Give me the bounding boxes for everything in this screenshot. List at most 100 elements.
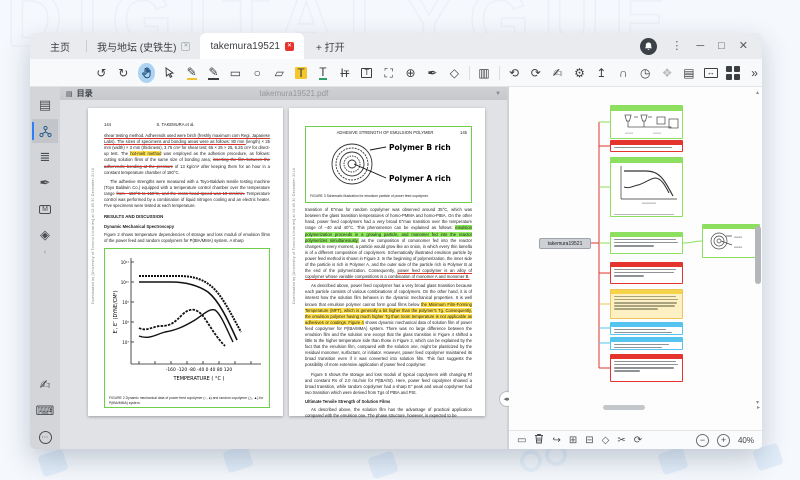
more-tools-icon[interactable]: ⋯ (32, 425, 58, 449)
scrollbar-thumb[interactable] (603, 405, 645, 410)
horizontal-scrollbar[interactable]: ▸ (509, 404, 752, 411)
tab-document-1[interactable]: 我与地坛 (史铁生) ✕ (87, 33, 200, 59)
export-share-icon[interactable]: ↥ (594, 64, 609, 81)
text-box-icon[interactable]: T (359, 64, 374, 81)
split-view-icon[interactable]: ▤ (682, 64, 697, 81)
paragraph: Figure 5 shows the storage and loss modu… (305, 372, 472, 396)
plugin-icon[interactable]: ❖ (660, 64, 675, 81)
mindmap-panel-icon[interactable] (32, 119, 58, 143)
markdown-note-icon[interactable]: M (32, 197, 58, 221)
timer-icon[interactable]: ◷ (638, 64, 653, 81)
paragraph: shear testing method. Adherends used wer… (104, 133, 270, 176)
text-underline-icon[interactable]: T (316, 64, 331, 81)
maximize-button[interactable]: □ (718, 41, 725, 52)
delete-node-icon[interactable] (534, 433, 544, 447)
tab-document-2-active[interactable]: takemura19521 ✕ (200, 33, 304, 59)
add-sibling-node-icon[interactable]: ⊟ (585, 435, 593, 446)
zoom-level: 40% (738, 436, 754, 445)
figure2-caption: FIGURE 2 Dynamic mechanical data of powe… (109, 396, 265, 406)
highlighter-pen-icon[interactable]: ✎ (184, 64, 199, 81)
mindmap-node-figure1[interactable]: ▫▫▫▫▫▫▫▫ (610, 105, 683, 139)
redo-secondary-icon[interactable]: ⟳ (528, 64, 543, 81)
svg-text:▫▫▫▫: ▫▫▫▫ (653, 131, 661, 135)
add-child-node-icon[interactable]: ⊞ (569, 435, 577, 446)
zoom-out-button[interactable]: − (696, 434, 709, 447)
figure2-chart: 10¹¹ 10¹⁰ 10⁹ 10⁸ 10⁷ -160 -120 -80 -40 … (109, 252, 269, 392)
text-highlight-icon[interactable]: T (294, 64, 309, 81)
paragraph: The adhesive strengths were measured wit… (104, 179, 270, 209)
pen-icon[interactable]: ✎ (206, 64, 221, 81)
scroll-up-icon[interactable]: ▴ (756, 89, 759, 96)
crop-capture-icon[interactable]: ✂ (617, 435, 625, 446)
reader-mode-icon[interactable]: ⌨ (32, 399, 58, 423)
hand-tool-icon[interactable] (138, 63, 156, 83)
toc-icon[interactable]: ▤ (66, 90, 73, 98)
settings-gear-icon[interactable]: ⚙ (572, 64, 587, 81)
mindmap-root-node[interactable]: takemura19521 (539, 238, 591, 249)
signature-pen-icon[interactable]: ✒ (425, 64, 440, 81)
fit-width-icon[interactable]: ↔ (703, 64, 718, 81)
mindmap-node-link2[interactable] (610, 337, 683, 350)
scroll-right-icon[interactable]: ▸ (757, 404, 760, 411)
zoom-in-button[interactable]: + (717, 434, 730, 447)
running-head: S. TAKEMURA et al. (156, 122, 194, 128)
minimize-button[interactable]: ─ (696, 41, 704, 52)
redo-icon[interactable]: ↻ (116, 64, 131, 81)
grid-view-icon[interactable] (725, 64, 740, 81)
relink-node-icon[interactable]: ↪ (552, 435, 560, 446)
paragraph: As described above, power feed copolymer… (305, 283, 472, 368)
thumbnails-panel-icon[interactable]: ▤ (32, 93, 58, 117)
open-file-button[interactable]: + 打开 (304, 39, 357, 54)
scrollbar-thumb[interactable] (755, 226, 761, 284)
chevron-down-icon[interactable]: ▼ (495, 91, 501, 97)
eraser-icon[interactable]: ◇ (447, 64, 462, 81)
mindmap-panel[interactable]: takemura19521 ▫▫▫▫▫▫▫▫ ▫▫▫▫▫▫▫ ▫▫▫▫▫▫▫▫ (509, 87, 762, 449)
toolbar-overflow-icon[interactable]: » (747, 64, 762, 81)
mindmap-node-link1[interactable] (610, 322, 683, 335)
tag-label-icon[interactable]: ◈ (32, 223, 58, 247)
mindmap-canvas[interactable]: takemura19521 ▫▫▫▫▫▫▫▫ ▫▫▫▫▫▫▫ ▫▫▫▫▫▫▫▫ (509, 87, 762, 430)
pdf-view-area[interactable]: Downloaded by [University of Toronto Lib… (60, 100, 507, 449)
text-strikethrough-icon[interactable]: Iт (337, 64, 352, 81)
refresh-layout-icon[interactable]: ⟳ (634, 435, 642, 446)
notes-panel-icon[interactable]: ▥ (477, 64, 492, 81)
mindmap-node-text1[interactable] (610, 232, 683, 254)
style-brush-icon[interactable]: ◇ (602, 435, 610, 446)
more-menu-icon[interactable]: ⋮ (671, 41, 682, 52)
select-arrow-icon[interactable] (162, 64, 177, 81)
mindmap-node-figure3[interactable]: ▫▫▫▫▫▫▫▫ (702, 224, 760, 258)
svg-text:10⁸: 10⁸ (122, 320, 129, 325)
ellipse-tool-icon[interactable]: ○ (250, 64, 265, 81)
hand-mode-icon[interactable]: ✍ (32, 373, 58, 397)
pdf-page-left[interactable]: Downloaded by [University of Toronto Lib… (88, 108, 283, 416)
assistant-icon[interactable]: ✍ (550, 64, 565, 81)
mindmap-node-figure2[interactable]: ▫▫▫▫▫▫▫ (610, 157, 683, 217)
link-globe-icon[interactable]: ⊕ (403, 64, 418, 81)
new-node-icon[interactable]: ▭ (517, 435, 526, 446)
mindmap-node-note3[interactable] (610, 354, 683, 382)
figure2-selection-box[interactable]: 10¹¹ 10¹⁰ 10⁹ 10⁸ 10⁷ -160 -120 -80 -40 … (104, 248, 270, 408)
notification-bell-icon[interactable] (640, 38, 657, 55)
polygon-tool-icon[interactable]: ▱ (272, 64, 287, 81)
undo-secondary-icon[interactable]: ⟲ (506, 64, 521, 81)
toc-label[interactable]: 目录 (77, 88, 93, 99)
mindmap-node-note1[interactable] (610, 140, 683, 152)
mindmap-node-note2[interactable] (610, 262, 683, 284)
audio-headset-icon[interactable]: ∩ (616, 64, 631, 81)
svg-text:▫▫▫▫▫▫▫: ▫▫▫▫▫▫▫ (642, 201, 656, 205)
quill-annotation-icon[interactable]: ✒ (32, 171, 58, 195)
vertical-scrollbar[interactable]: ▴ ▾ (754, 89, 761, 406)
mindmap-node-highlight[interactable] (610, 289, 683, 319)
rectangle-tool-icon[interactable]: ▭ (228, 64, 243, 81)
tab-home[interactable]: 主页 (30, 39, 86, 54)
tab-close-icon-active[interactable]: ✕ (285, 42, 294, 51)
close-button[interactable]: ✕ (739, 41, 748, 52)
pdf-page-right[interactable]: Downloaded by [University of Toronto Lib… (289, 108, 485, 416)
svg-text:10¹⁰: 10¹⁰ (121, 280, 130, 285)
insert-image-icon[interactable]: ⛶ (381, 64, 396, 81)
outline-list-icon[interactable]: ≣ (32, 145, 58, 169)
figure3-selection-box[interactable]: ADHESIVE STRENGTH OF EMULSION POLYMER 14… (305, 126, 472, 203)
undo-icon[interactable]: ↺ (94, 64, 109, 81)
rail-collapse-icon[interactable]: ‹ (44, 249, 46, 256)
tab-close-icon[interactable]: ✕ (181, 42, 190, 51)
